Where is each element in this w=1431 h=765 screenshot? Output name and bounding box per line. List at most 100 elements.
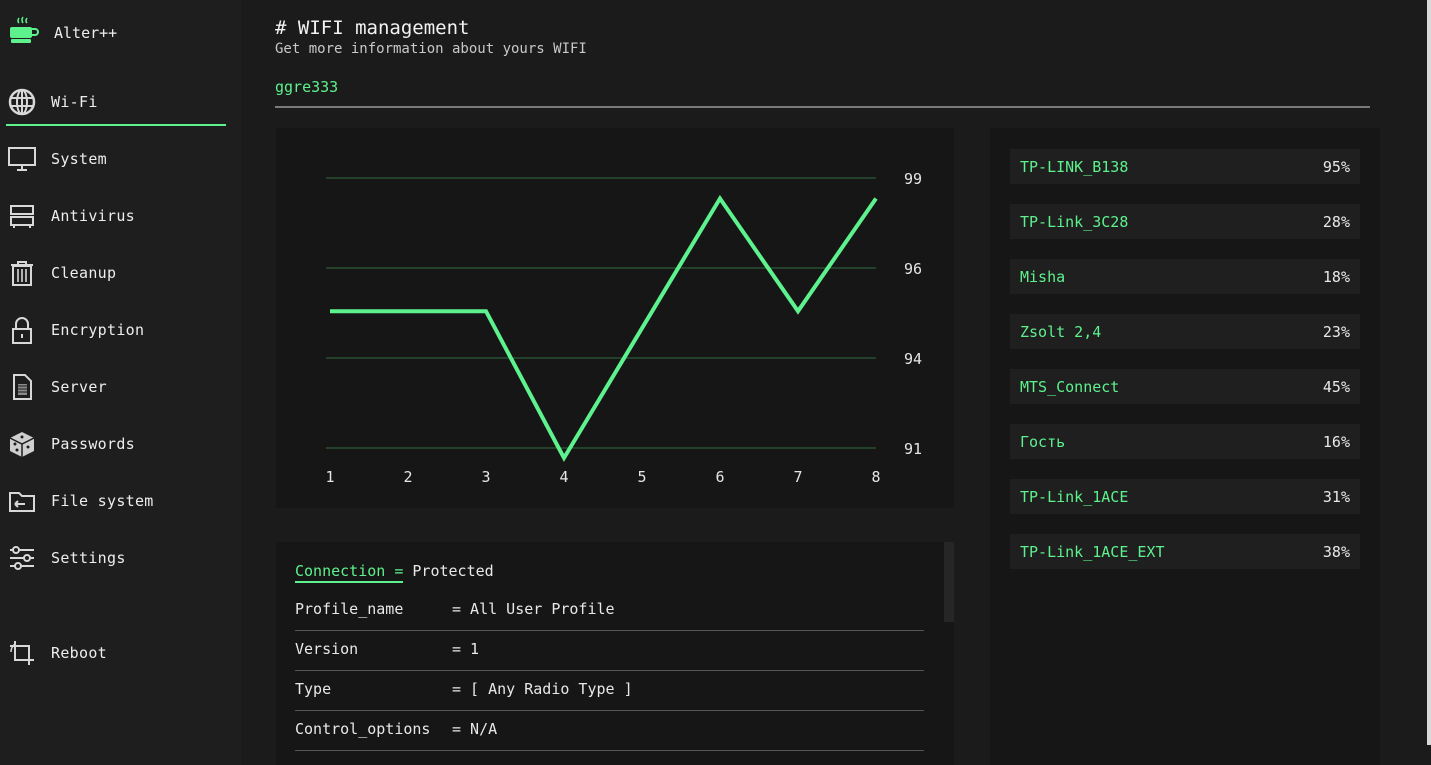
sidebar-item-wifi[interactable]: Wi-Fi — [6, 80, 226, 126]
network-strength: 16% — [1322, 432, 1350, 451]
folder-icon — [6, 485, 38, 517]
info-value: = 1 — [452, 640, 480, 658]
current-ssid: ggre333 — [275, 78, 339, 96]
signal-line-chart: 99 96 94 91 1 2 3 4 5 6 7 8 — [325, 170, 922, 486]
y-tick-label: 99 — [904, 170, 922, 188]
network-name: TP-LINK_B138 — [1020, 157, 1129, 176]
info-scrollbar[interactable] — [944, 542, 954, 622]
server-rack-icon — [6, 200, 38, 232]
sidebar-item-label: Antivirus — [51, 207, 135, 225]
y-tick-label: 96 — [904, 260, 922, 278]
info-row: Control_options = N/A — [295, 710, 924, 751]
globe-icon — [6, 86, 38, 118]
document-icon — [6, 371, 38, 403]
network-strength: 45% — [1322, 377, 1350, 396]
network-name: TP-Link_3C28 — [1020, 212, 1129, 231]
connection-info-panel: Connection = Protected Profile_name = All… — [276, 542, 954, 765]
x-tick-label: 7 — [793, 468, 802, 486]
x-tick-label: 3 — [481, 468, 490, 486]
sidebar-item-antivirus[interactable]: Antivirus — [6, 194, 226, 238]
sidebar-item-label: Passwords — [51, 435, 135, 453]
page-scrollbar[interactable] — [1427, 0, 1431, 745]
chart-y-ticks: 99 96 94 91 — [904, 170, 922, 458]
dice-icon — [6, 428, 38, 460]
page-subtitle: Get more information about yours WIFI — [275, 41, 587, 57]
reboot-label: Reboot — [51, 644, 107, 662]
network-item[interactable]: MTS_Connect 45% — [1010, 369, 1360, 404]
x-tick-label: 1 — [325, 468, 334, 486]
sidebar-item-file-system[interactable]: File system — [6, 479, 226, 523]
network-item[interactable]: Zsolt 2,4 23% — [1010, 314, 1360, 349]
page-title: # WIFI management — [275, 17, 470, 39]
info-row: Type = [ Any Radio Type ] — [295, 670, 924, 711]
info-row: Version = 1 — [295, 630, 924, 671]
info-key: Type — [295, 680, 332, 698]
network-item[interactable]: TP-Link_1ACE 31% — [1010, 479, 1360, 514]
network-strength: 38% — [1322, 542, 1350, 561]
header-divider — [275, 106, 1370, 108]
info-key: Version — [295, 640, 359, 658]
main-content: # WIFI management Get more information a… — [241, 0, 1431, 765]
network-item[interactable]: TP-Link_1ACE_EXT 38% — [1010, 534, 1360, 569]
signal-chart-panel: 99 96 94 91 1 2 3 4 5 6 7 8 — [276, 128, 954, 508]
sidebar-item-cleanup[interactable]: Cleanup — [6, 251, 226, 295]
x-tick-label: 6 — [715, 468, 724, 486]
info-key: Profile_name — [295, 600, 404, 618]
network-name: Misha — [1020, 267, 1066, 286]
chart-x-ticks: 1 2 3 4 5 6 7 8 — [325, 468, 880, 486]
network-strength: 28% — [1322, 212, 1350, 231]
sidebar-item-label: Settings — [51, 549, 126, 567]
network-item[interactable]: Misha 18% — [1010, 259, 1360, 294]
sidebar: Alter++ Wi-Fi System Antivirus Cleanup E… — [0, 0, 241, 765]
network-strength: 23% — [1322, 322, 1350, 341]
connection-key: Connection = — [295, 562, 404, 583]
page-title-text: WIFI management — [297, 17, 470, 39]
network-name: TP-Link_1ACE — [1020, 487, 1129, 506]
sliders-icon — [6, 542, 38, 574]
crop-rotate-icon — [6, 637, 38, 669]
network-item[interactable]: TP-LINK_B138 95% — [1010, 149, 1360, 184]
sidebar-item-settings[interactable]: Settings — [6, 536, 226, 580]
sidebar-item-system[interactable]: System — [6, 137, 226, 181]
network-name: TP-Link_1ACE_EXT — [1020, 542, 1165, 561]
x-tick-label: 4 — [559, 468, 568, 486]
y-tick-label: 91 — [904, 440, 922, 458]
network-item[interactable]: Гость 16% — [1010, 424, 1360, 459]
trash-icon — [6, 257, 38, 289]
reboot-button[interactable]: Reboot — [6, 631, 226, 675]
network-name: MTS_Connect — [1020, 377, 1120, 396]
info-row: Profile_name = All User Profile — [295, 590, 924, 631]
connection-value: Protected — [412, 562, 494, 580]
app-name: Alter++ — [54, 24, 118, 42]
network-strength: 95% — [1322, 157, 1350, 176]
sidebar-item-passwords[interactable]: Passwords — [6, 422, 226, 466]
network-item[interactable]: TP-Link_3C28 28% — [1010, 204, 1360, 239]
info-value: = [ Any Radio Type ] — [452, 680, 633, 698]
x-tick-label: 8 — [871, 468, 880, 486]
app-brand[interactable]: Alter++ — [8, 16, 117, 50]
sidebar-item-label: System — [51, 150, 107, 168]
series-line — [330, 194, 878, 463]
x-tick-label: 5 — [637, 468, 646, 486]
sidebar-item-label: File system — [51, 492, 154, 510]
y-tick-label: 94 — [904, 350, 922, 368]
network-strength: 31% — [1322, 487, 1350, 506]
sidebar-item-label: Cleanup — [51, 264, 117, 282]
info-key: Control_options — [295, 720, 431, 738]
sidebar-item-label: Server — [51, 378, 107, 396]
networks-panel: TP-LINK_B138 95% TP-Link_3C28 28% Misha 18% Zs… — [990, 128, 1380, 765]
lock-icon — [6, 314, 38, 346]
network-name: Гость — [1020, 432, 1066, 451]
sidebar-item-label: Encryption — [51, 321, 145, 339]
sidebar-item-label: Wi-Fi — [51, 93, 98, 111]
info-value: = All User Profile — [452, 600, 615, 618]
info-value: = N/A — [452, 720, 498, 738]
network-name: Zsolt 2,4 — [1020, 322, 1102, 341]
sidebar-item-server[interactable]: Server — [6, 365, 226, 409]
network-strength: 18% — [1322, 267, 1350, 286]
sidebar-item-encryption[interactable]: Encryption — [6, 308, 226, 352]
coffee-cup-icon — [8, 15, 40, 51]
monitor-icon — [6, 143, 38, 175]
x-tick-label: 2 — [403, 468, 412, 486]
connection-status: Connection = Protected — [295, 562, 494, 583]
